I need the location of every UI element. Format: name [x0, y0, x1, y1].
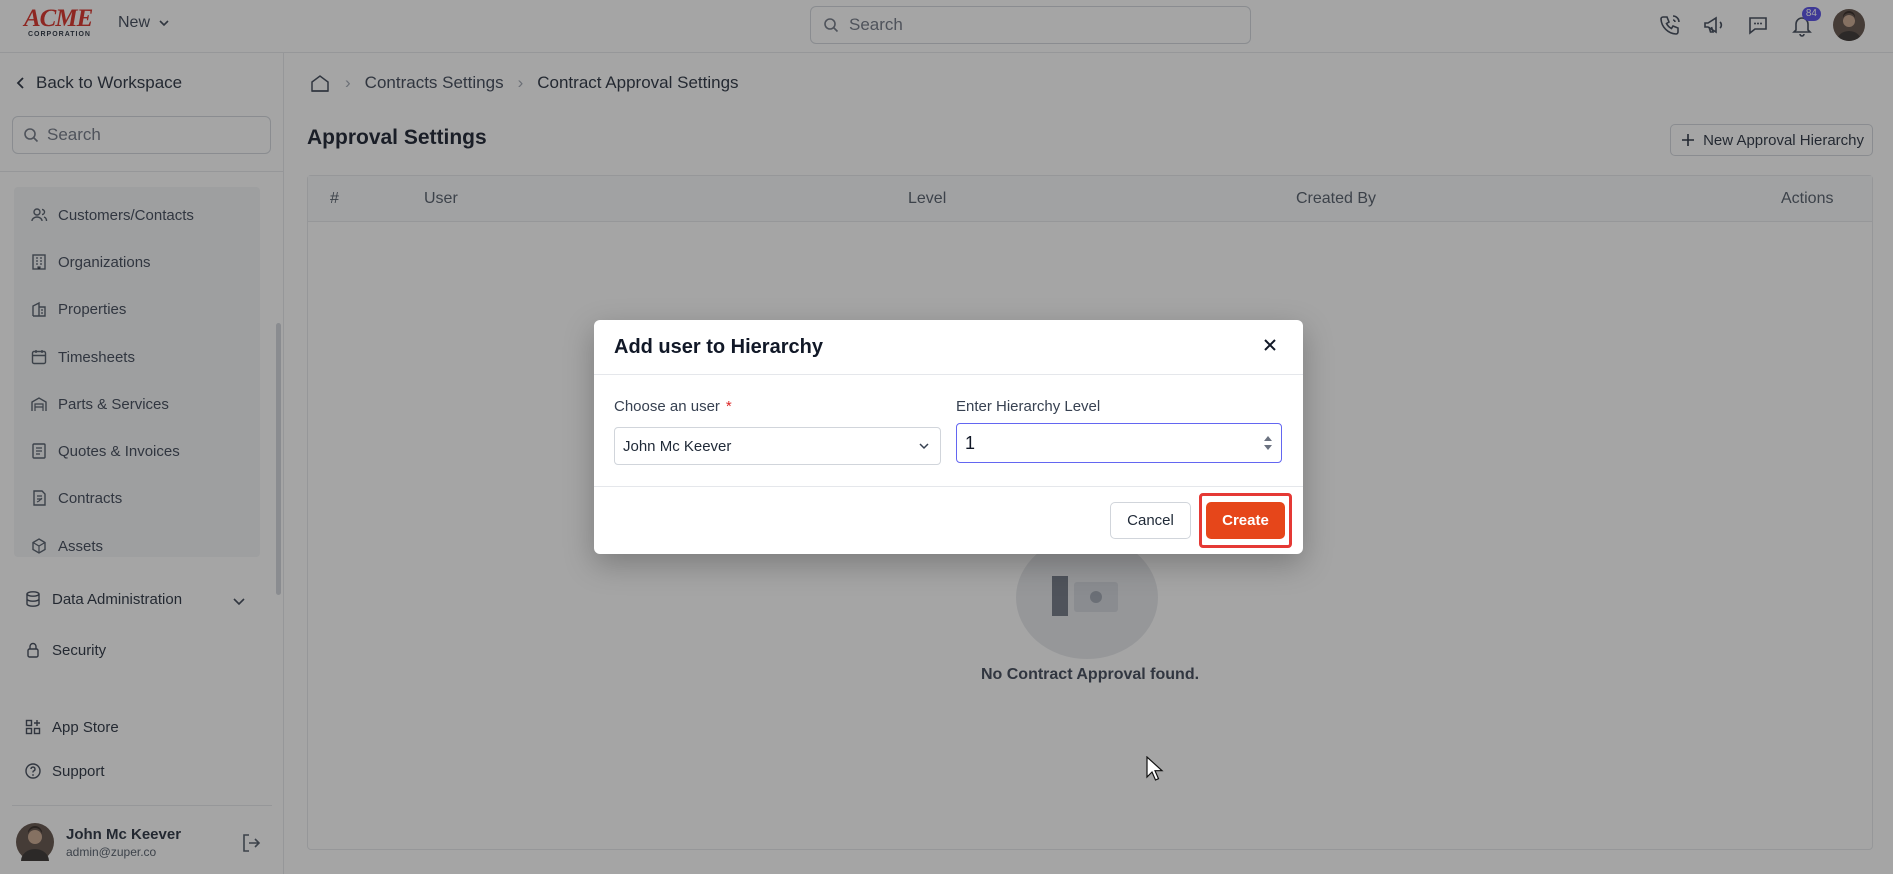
selected-user: John Mc Keever [623, 437, 732, 455]
create-button[interactable]: Create [1206, 502, 1285, 539]
cancel-button[interactable]: Cancel [1110, 502, 1191, 539]
user-select[interactable]: John Mc Keever [614, 427, 941, 465]
dialog-title: Add user to Hierarchy [614, 336, 823, 358]
level-stepper[interactable] [1263, 435, 1273, 451]
arrow-up-icon[interactable] [1263, 435, 1273, 442]
dialog-header: Add user to Hierarchy [594, 320, 1303, 375]
add-user-hierarchy-dialog: Add user to Hierarchy Choose an user * Jo… [594, 320, 1303, 554]
close-icon[interactable] [1263, 338, 1277, 352]
arrow-down-icon[interactable] [1263, 444, 1273, 451]
user-field-label: Choose an user * [614, 398, 732, 415]
chevron-down-icon [919, 443, 929, 450]
divider [594, 486, 1303, 487]
hierarchy-level-input[interactable]: 1 [956, 423, 1282, 463]
mouse-cursor-icon [1146, 756, 1164, 781]
label-text: Choose an user [614, 398, 720, 415]
required-marker: * [725, 398, 732, 415]
level-value: 1 [965, 432, 976, 453]
level-field-label: Enter Hierarchy Level [956, 398, 1101, 415]
